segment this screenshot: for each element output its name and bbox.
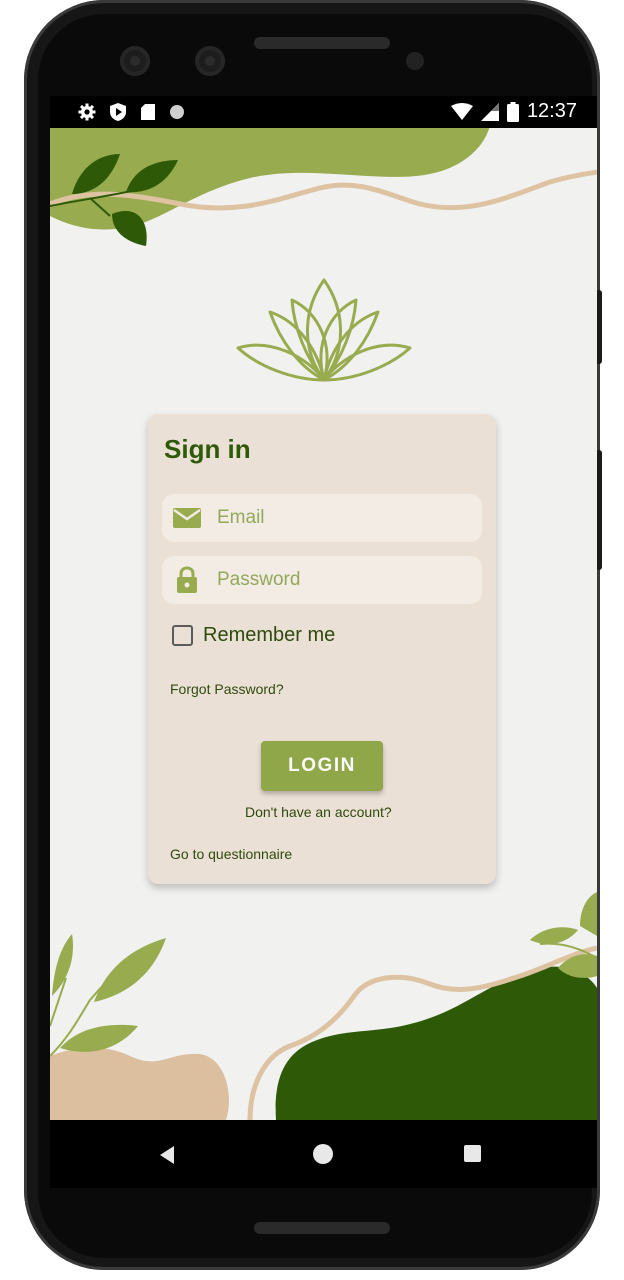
lock-icon: [177, 566, 197, 593]
questionnaire-link[interactable]: Go to questionnaire: [170, 846, 292, 862]
lotus-icon: [236, 278, 412, 382]
password-field[interactable]: Password: [162, 556, 482, 604]
email-icon: [173, 508, 201, 528]
signal-icon: [480, 102, 499, 121]
battery-icon: [506, 101, 519, 122]
password-placeholder: Password: [217, 569, 301, 590]
bottom-speaker: [254, 1222, 390, 1234]
navigation-bar: [50, 1120, 597, 1188]
status-time: 12:37: [526, 100, 577, 122]
earpiece-speaker: [254, 37, 390, 49]
home-icon[interactable]: [313, 1144, 333, 1164]
no-account-link[interactable]: Don't have an account?: [245, 804, 392, 820]
app-screen: 12:37 Sign in Email Password Remember me…: [50, 96, 597, 1188]
remember-me-row[interactable]: Remember me: [172, 624, 335, 647]
forgot-password-link[interactable]: Forgot Password?: [170, 681, 284, 697]
back-icon[interactable]: [160, 1146, 174, 1164]
shield-play-icon: [110, 103, 126, 121]
recents-icon[interactable]: [464, 1145, 481, 1162]
signin-card: Sign in Email Password Remember me Forgo…: [148, 414, 496, 884]
wifi-icon: [450, 102, 473, 120]
sd-card-icon: [141, 104, 155, 120]
remember-me-checkbox[interactable]: [172, 625, 193, 646]
dot-icon: [170, 105, 184, 119]
front-camera-right: [195, 46, 225, 76]
signin-title: Sign in: [164, 434, 251, 464]
settings-icon: [78, 103, 96, 121]
status-bar: 12:37: [50, 96, 597, 128]
email-placeholder: Email: [217, 507, 265, 528]
proximity-sensor: [406, 52, 424, 70]
email-field[interactable]: Email: [162, 494, 482, 542]
front-camera-left: [120, 46, 150, 76]
login-button[interactable]: LOGIN: [261, 741, 383, 791]
remember-me-label: Remember me: [203, 624, 336, 646]
